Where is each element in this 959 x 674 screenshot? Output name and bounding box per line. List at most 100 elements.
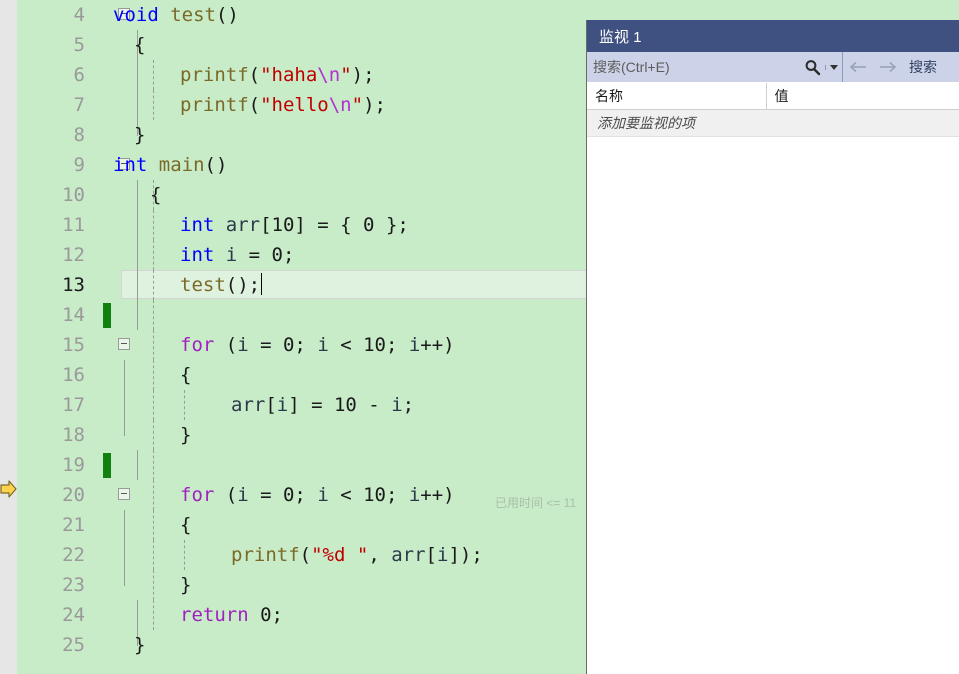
indent-guide xyxy=(153,60,154,90)
column-header-value[interactable]: 值 xyxy=(767,83,959,109)
line-text: int i = 0; xyxy=(180,244,295,266)
line-number: 6 xyxy=(73,64,85,86)
indent-guide xyxy=(124,420,125,436)
search-depth-label[interactable]: 搜索 xyxy=(903,52,937,82)
line-number: 25 xyxy=(62,634,85,656)
arrow-right-icon xyxy=(880,61,897,73)
indent-guide xyxy=(153,360,154,390)
indent-guide xyxy=(137,450,138,480)
line-text: return 0; xyxy=(180,604,283,626)
indent-guide xyxy=(153,390,154,420)
line-number: 22 xyxy=(62,544,85,566)
indent-guide xyxy=(124,510,125,540)
unsaved-change-marker xyxy=(103,303,111,328)
line-number: 13 xyxy=(62,274,85,296)
indent-guide xyxy=(153,300,154,330)
line-number: 10 xyxy=(62,184,85,206)
line-number: 24 xyxy=(62,604,85,626)
line-number: 15 xyxy=(62,334,85,356)
line-text: { xyxy=(180,514,192,536)
fold-toggle-icon[interactable] xyxy=(118,338,130,350)
indent-guide xyxy=(153,270,154,300)
indent-guide xyxy=(153,540,154,570)
line-number: 21 xyxy=(62,514,85,536)
watch-window-title[interactable]: 监视 1 xyxy=(587,20,959,52)
line-text: { xyxy=(150,184,162,206)
line-number: 4 xyxy=(73,4,85,26)
indent-guide xyxy=(137,300,138,330)
arrow-left-icon xyxy=(849,61,866,73)
indent-guide xyxy=(137,270,138,300)
indent-guide xyxy=(153,330,154,360)
indent-guide xyxy=(153,570,154,600)
chevron-down-icon xyxy=(830,64,838,70)
line-text: printf("haha\n"); xyxy=(180,64,375,86)
line-number: 16 xyxy=(62,364,85,386)
line-number: 18 xyxy=(62,424,85,446)
line-number: 19 xyxy=(62,454,85,476)
line-number: 11 xyxy=(62,214,85,236)
line-text: test(); xyxy=(180,273,263,296)
indent-guide xyxy=(124,390,125,420)
line-text: { xyxy=(134,34,146,56)
line-text: } xyxy=(180,574,192,596)
watch-title-text: 监视 1 xyxy=(599,28,642,46)
indent-guide xyxy=(137,600,138,630)
search-next-button[interactable] xyxy=(873,52,903,82)
search-input[interactable] xyxy=(587,58,799,76)
indent-guide xyxy=(137,210,138,240)
line-text: void test() xyxy=(113,4,239,26)
indent-guide xyxy=(153,510,154,540)
indent-guide xyxy=(137,240,138,270)
indent-guide xyxy=(184,390,185,420)
glyph-margin[interactable] xyxy=(0,0,17,674)
line-text: } xyxy=(134,124,146,146)
line-number: 9 xyxy=(73,154,85,176)
watch-window[interactable]: 监视 1 搜索(Ctrl+E) 搜索 名称 值 添加要监视的项 xyxy=(586,20,959,674)
line-number: 17 xyxy=(62,394,85,416)
line-text: printf("hello\n"); xyxy=(180,94,386,116)
watch-list-body[interactable] xyxy=(587,137,959,674)
line-number: 14 xyxy=(62,304,85,326)
search-previous-button[interactable] xyxy=(843,52,873,82)
watch-toolbar[interactable]: 搜索 xyxy=(587,52,959,83)
line-number: 20 xyxy=(62,484,85,506)
watch-column-headers: 名称 值 xyxy=(587,83,959,110)
line-text: } xyxy=(180,424,192,446)
search-options-dropdown[interactable] xyxy=(825,64,842,70)
indent-guide xyxy=(124,360,125,390)
text-caret xyxy=(261,273,263,295)
indent-guide xyxy=(124,570,125,586)
indent-guide xyxy=(137,60,138,90)
indent-guide xyxy=(153,480,154,510)
line-text: arr[i] = 10 - i; xyxy=(231,394,415,416)
line-text: { xyxy=(180,364,192,386)
indent-guide xyxy=(137,90,138,120)
line-text: int arr[10] = { 0 }; xyxy=(180,214,409,236)
line-text: int main() xyxy=(113,154,228,176)
line-number: 7 xyxy=(73,94,85,116)
column-header-name[interactable]: 名称 xyxy=(587,83,767,109)
fold-toggle-icon[interactable] xyxy=(118,488,130,500)
execution-pointer-arrow-icon xyxy=(0,479,18,499)
line-text: for (i = 0; i < 10; i++) xyxy=(180,334,455,356)
search-box[interactable] xyxy=(587,52,843,82)
magnifier-icon[interactable] xyxy=(799,59,825,76)
line-text: for (i = 0; i < 10; i++) xyxy=(180,484,455,506)
line-text: } xyxy=(134,634,146,656)
indent-guide xyxy=(153,210,154,240)
indent-guide xyxy=(124,540,125,570)
line-number: 12 xyxy=(62,244,85,266)
indent-guide xyxy=(137,180,138,210)
watch-empty-row[interactable]: 添加要监视的项 xyxy=(587,110,959,137)
line-number: 23 xyxy=(62,574,85,596)
indent-guide xyxy=(153,420,154,450)
line-number: 5 xyxy=(73,34,85,56)
indent-guide xyxy=(153,450,154,480)
line-text: printf("%d ", arr[i]); xyxy=(231,544,483,566)
line-number: 8 xyxy=(73,124,85,146)
indent-guide xyxy=(153,90,154,120)
indent-guide xyxy=(153,600,154,630)
unsaved-change-marker xyxy=(103,453,111,478)
indent-guide xyxy=(184,540,185,570)
